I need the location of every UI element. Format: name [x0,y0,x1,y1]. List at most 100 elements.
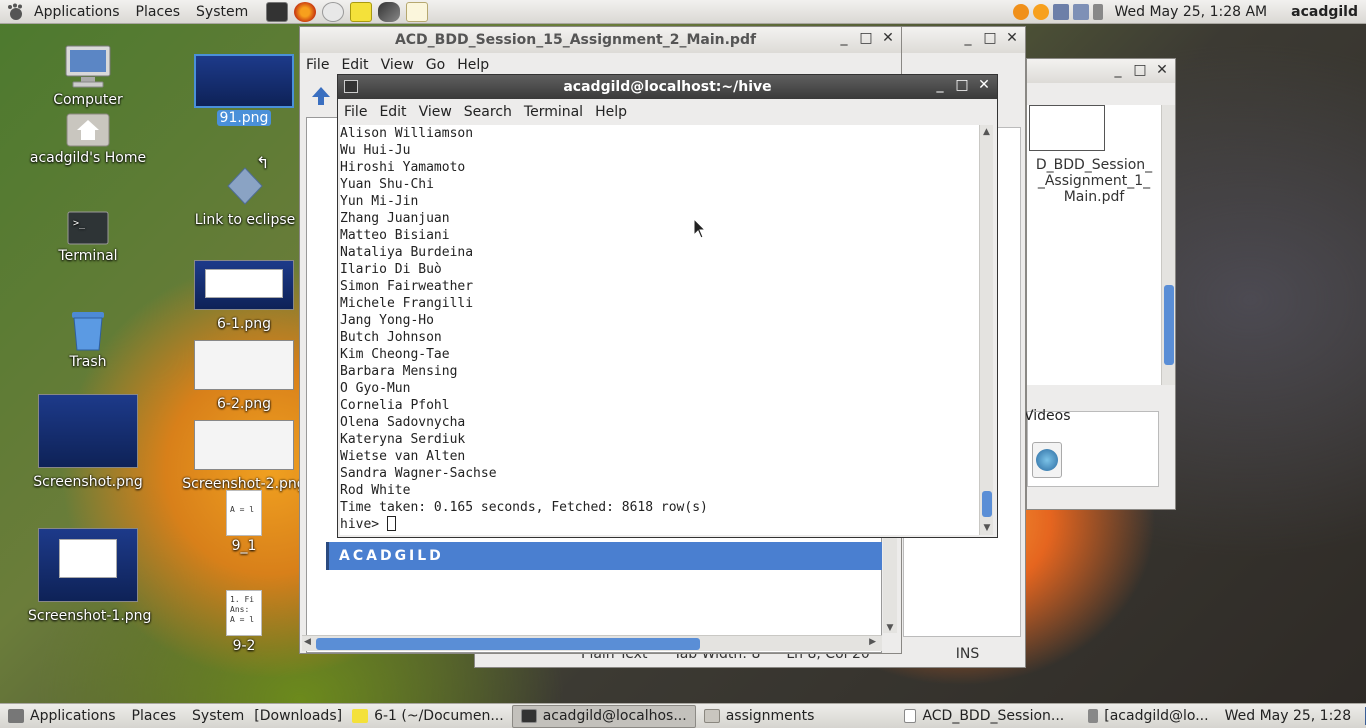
menu-help[interactable]: Help [589,104,633,120]
clock[interactable]: Wed May 25, 1:28 AM [1105,4,1292,20]
globe-icon[interactable] [1032,442,1062,478]
desktop-icon-eclipse-link[interactable]: ↰ Link to eclipse [190,154,300,228]
desktop-icon-screenshot[interactable]: Screenshot.png [28,394,148,490]
workspace-icon[interactable] [1072,4,1089,20]
output-line: Matteo Bisiani [340,228,450,243]
pdf-file-label[interactable]: D_BDD_Session_ _Assignment_1_ Main.pdf [1027,157,1161,205]
task-assignments[interactable]: assignments [696,705,823,728]
minimize-button[interactable]: _ [837,30,851,46]
previous-page-button[interactable] [310,85,332,107]
close-button[interactable]: ✕ [1005,30,1019,46]
menu-terminal[interactable]: Terminal [518,104,589,120]
output-line: Olena Sadovnycha [340,415,466,430]
image-thumbnail [38,394,138,468]
prompt-line[interactable]: hive> [340,516,980,533]
terminal-output[interactable]: Alison Williamson Wu Hui-Ju Hiroshi Yama… [340,125,980,535]
image-thumbnail [194,54,294,108]
network-icon[interactable] [1052,4,1069,20]
file-browser-window[interactable]: _ □ ✕ D_BDD_Session_ _Assignment_1_ Main… [1024,58,1176,510]
text-editor-launcher-icon[interactable] [350,1,373,22]
up-arrow-icon [312,87,330,105]
firefox-launcher-icon[interactable] [294,1,317,22]
update-icon[interactable] [1012,4,1029,20]
system-menu[interactable]: System [188,0,256,24]
minimize-button[interactable]: _ [933,77,947,93]
maximize-button[interactable]: □ [1133,62,1147,78]
window-title: ACD_BDD_Session_15_Assignment_2_Main.pdf [394,32,757,48]
file-browser-scrollbar[interactable] [1161,105,1175,385]
notes-launcher-icon[interactable] [406,1,429,22]
maximize-button[interactable]: □ [859,30,873,46]
menu-view[interactable]: View [413,104,458,120]
output-line: Ilario Di Buò [340,262,442,277]
minimize-button[interactable]: _ [1111,62,1125,78]
desktop-icon-6-1-png[interactable]: 6-1.png [186,260,302,332]
terminal-scrollbar[interactable]: ▲ ▼ [979,125,993,535]
menu-go[interactable]: Go [420,57,451,73]
desktop-icon-home[interactable]: acadgild's Home [28,110,148,166]
task-downloads[interactable]: [Downloads] [252,705,344,728]
desktop-icon-9-2[interactable]: 1. Fi Ans: A = l 9-2 [204,590,284,654]
notification-icon[interactable] [1032,4,1049,20]
desktop-icon-9-1[interactable]: A = l 9_1 [204,490,284,554]
maximize-button[interactable]: □ [983,30,997,46]
videos-label[interactable]: Videos [1024,408,1158,424]
minimize-button[interactable]: _ [961,30,975,46]
scrollbar-thumb[interactable] [316,638,700,650]
window-title: acadgild@localhost:~/hive [563,79,772,95]
menu-file[interactable]: File [338,104,373,120]
user-name[interactable]: acadgild [1291,4,1366,20]
text-document-icon: 1. Fi Ans: A = l [226,590,262,636]
scroll-up-arrow[interactable]: ▲ [980,125,993,139]
desktop-icon-screenshot-1[interactable]: Screenshot-1.png [28,528,151,624]
places-menu[interactable]: Places [128,0,189,24]
maximize-button[interactable]: □ [955,77,969,93]
mouse-pointer-icon [693,218,707,239]
folder-icon [703,709,720,723]
output-line: O Gyo-Mun [340,381,411,396]
image-thumbnail [194,260,294,310]
task-system[interactable]: System [184,705,252,728]
scrollbar-thumb[interactable] [982,491,992,517]
terminal-launcher-icon[interactable] [266,1,289,22]
close-button[interactable]: ✕ [1155,62,1169,78]
terminal-titlebar[interactable]: acadgild@localhost:~/hive _ □ ✕ [338,75,997,99]
desktop-icon-screenshot-2[interactable]: Screenshot-2.png [182,420,306,492]
desktop-icon-label: Trash [69,354,107,370]
output-line: Butch Johnson [340,330,442,345]
task-image-viewer[interactable]: 6-1 (~/Documen... [344,705,512,728]
task-applications[interactable]: Applications [0,705,124,728]
close-button[interactable]: ✕ [977,77,991,93]
menu-search[interactable]: Search [458,104,518,120]
menu-file[interactable]: File [300,57,335,73]
close-button[interactable]: ✕ [881,30,895,46]
pdf-viewer-titlebar[interactable]: ACD_BDD_Session_15_Assignment_2_Main.pdf… [300,27,901,53]
menu-edit[interactable]: Edit [335,57,374,73]
terminal-window[interactable]: acadgild@localhost:~/hive _ □ ✕ File Edi… [337,74,998,538]
mail-launcher-icon[interactable] [322,1,345,22]
menu-help[interactable]: Help [451,57,495,73]
taskbar-clock[interactable]: Wed May 25, 1:28 [1217,705,1360,728]
places-pane: Videos [1024,408,1159,487]
battery-icon[interactable] [1092,4,1103,20]
file-browser-titlebar[interactable]: _ □ ✕ [1027,59,1175,83]
pdf-horizontal-scrollbar[interactable]: ◀ ▶ [302,635,882,651]
menu-edit[interactable]: Edit [373,104,412,120]
trash-icon [72,312,104,351]
desktop-icon-terminal[interactable]: >_ Terminal [48,210,128,264]
scroll-down-arrow[interactable]: ▼ [980,521,994,535]
desktop-icon-91-png[interactable]: 91.png [186,54,302,126]
desktop-icon-trash[interactable]: Trash [48,308,128,370]
pdf-file-thumbnail[interactable] [1029,105,1105,151]
menu-view[interactable]: View [375,57,420,73]
applications-menu[interactable]: Applications [26,0,128,24]
task-places[interactable]: Places [124,705,185,728]
task-acadgild-terminal[interactable]: [acadgild@lo... [1080,705,1216,728]
desktop-icon-6-2-png[interactable]: 6-2.png [186,340,302,412]
dolphin-launcher-icon[interactable] [378,1,401,22]
desktop-icon-computer[interactable]: Computer [48,44,128,108]
task-terminal[interactable]: acadgild@localhos... [511,704,696,728]
output-line: Simon Fairweather [340,279,474,294]
task-pdf-viewer[interactable]: ACD_BDD_Session... [896,705,1072,728]
output-line: Barbara Mensing [340,364,458,379]
